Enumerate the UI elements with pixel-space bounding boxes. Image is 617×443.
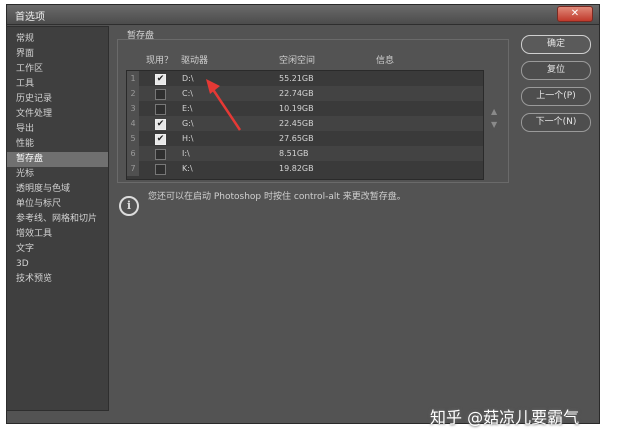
sidebar-item-tech-preview[interactable]: 技术预览	[7, 272, 108, 287]
drive-cell: K:\	[182, 164, 193, 173]
active-checkbox[interactable]	[155, 104, 166, 115]
active-checkbox[interactable]: ✔	[155, 74, 166, 85]
sidebar-item-cursors[interactable]: 光标	[7, 167, 108, 182]
free-space-cell: 19.82GB	[279, 164, 314, 173]
column-header-active: 现用？	[146, 56, 174, 66]
scratch-disk-table: 1 ✔ D:\ 55.21GB 2 C:\ 22.74GB 3 E:\ 10.1…	[126, 70, 484, 180]
sidebar-item-tools[interactable]: 工具	[7, 77, 108, 92]
free-space-cell: 10.19GB	[279, 104, 314, 113]
sidebar-item-plugins[interactable]: 增效工具	[7, 227, 108, 242]
column-header-drive: 驱动器	[181, 56, 209, 66]
annotation-arrow-icon	[206, 79, 242, 131]
free-space-cell: 22.45GB	[279, 119, 314, 128]
sidebar-item-file-handling[interactable]: 文件处理	[7, 107, 108, 122]
sidebar-item-scratch-disks[interactable]: 暂存盘	[7, 152, 108, 167]
table-row[interactable]: 2 C:\ 22.74GB	[127, 86, 483, 101]
row-number: 3	[127, 101, 139, 116]
drive-cell: D:\	[182, 74, 194, 83]
preferences-sidebar: 常规 界面 工作区 工具 历史记录 文件处理 导出 性能 暂存盘 光标 透明度与…	[6, 26, 109, 411]
next-button[interactable]: 下一个(N)	[521, 113, 591, 132]
table-row[interactable]: 6 I:\ 8.51GB	[127, 146, 483, 161]
sidebar-item-interface[interactable]: 界面	[7, 47, 108, 62]
row-number: 4	[127, 116, 139, 131]
column-header-free-space: 空闲空间	[279, 56, 316, 66]
ok-button[interactable]: 确定	[521, 35, 591, 54]
move-up-icon[interactable]: ▲	[491, 107, 497, 116]
sidebar-item-type[interactable]: 文字	[7, 242, 108, 257]
table-row[interactable]: 4 ✔ G:\ 22.45GB	[127, 116, 483, 131]
row-number: 7	[127, 161, 139, 176]
reset-button[interactable]: 复位	[521, 61, 591, 80]
sidebar-item-3d[interactable]: 3D	[7, 257, 108, 272]
sidebar-item-workspace[interactable]: 工作区	[7, 62, 108, 77]
previous-button[interactable]: 上一个(P)	[521, 87, 591, 106]
free-space-cell: 8.51GB	[279, 149, 309, 158]
drive-cell: H:\	[182, 134, 194, 143]
column-header-info: 信息	[376, 56, 395, 66]
sidebar-item-performance[interactable]: 性能	[7, 137, 108, 152]
active-checkbox[interactable]	[155, 89, 166, 100]
sidebar-item-general[interactable]: 常规	[7, 32, 108, 47]
row-number: 2	[127, 86, 139, 101]
free-space-cell: 27.65GB	[279, 134, 314, 143]
move-down-icon[interactable]: ▼	[491, 120, 497, 129]
free-space-cell: 22.74GB	[279, 89, 314, 98]
drive-cell: I:\	[182, 149, 190, 158]
drive-cell: C:\	[182, 89, 193, 98]
table-row[interactable]: 1 ✔ D:\ 55.21GB	[127, 71, 483, 86]
sidebar-item-history[interactable]: 历史记录	[7, 92, 108, 107]
sidebar-item-export[interactable]: 导出	[7, 122, 108, 137]
active-checkbox[interactable]	[155, 164, 166, 175]
sidebar-item-transparency[interactable]: 透明度与色域	[7, 182, 108, 197]
free-space-cell: 55.21GB	[279, 74, 314, 83]
close-button[interactable]: ✕	[557, 6, 593, 22]
active-checkbox[interactable]	[155, 149, 166, 160]
sidebar-item-units-rulers[interactable]: 单位与标尺	[7, 197, 108, 212]
drive-cell: G:\	[182, 119, 194, 128]
table-row[interactable]: 3 E:\ 10.19GB	[127, 101, 483, 116]
table-row[interactable]: 5 ✔ H:\ 27.65GB	[127, 131, 483, 146]
active-checkbox[interactable]: ✔	[155, 119, 166, 130]
dialog-title: 首选项	[15, 12, 45, 23]
watermark: 知乎 @菇凉儿要霸气	[430, 408, 580, 427]
title-bar[interactable]: 首选项 ✕	[7, 5, 599, 25]
drive-cell: E:\	[182, 104, 193, 113]
scratch-disk-hint: 您还可以在启动 Photoshop 时按住 control-alt 来更改暂存盘…	[148, 192, 406, 202]
row-number: 1	[127, 71, 139, 86]
active-checkbox[interactable]: ✔	[155, 134, 166, 145]
row-number: 6	[127, 146, 139, 161]
row-number: 5	[127, 131, 139, 146]
table-row[interactable]: 7 K:\ 19.82GB	[127, 161, 483, 176]
sidebar-item-guides-grid[interactable]: 参考线、网格和切片	[7, 212, 108, 227]
info-icon: i	[119, 196, 139, 216]
